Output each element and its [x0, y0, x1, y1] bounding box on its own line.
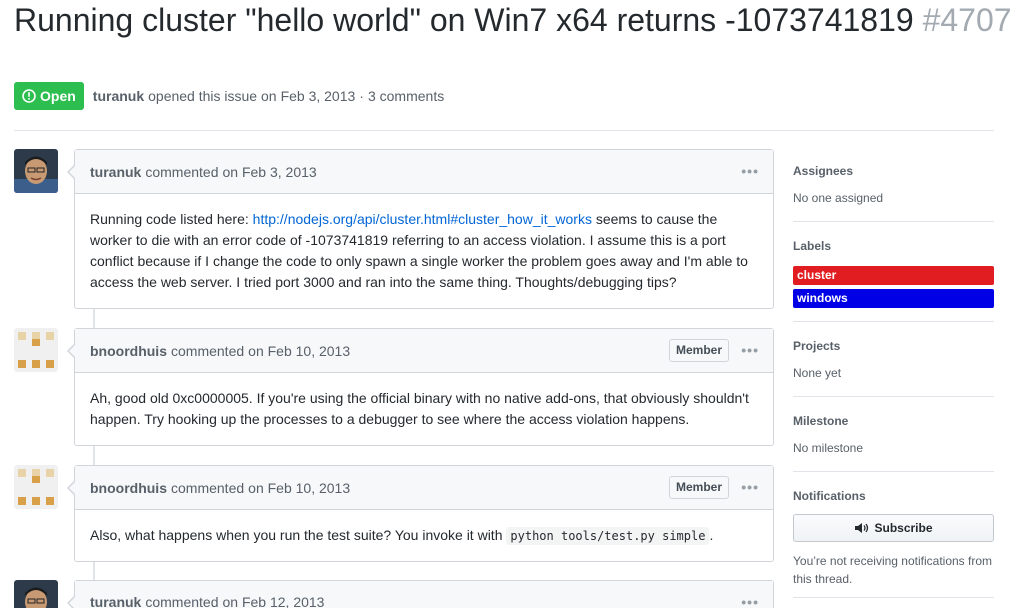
- member-badge: Member: [668, 339, 729, 362]
- comment-3: bnoordhuis commented on Feb 10, 2013 Mem…: [67, 465, 774, 562]
- avatar-bnoordhuis[interactable]: [14, 328, 58, 372]
- subscribe-label: Subscribe: [874, 521, 933, 535]
- issue-author-link[interactable]: turanuk: [93, 88, 144, 104]
- comment-body: Also, what happens when you run the test…: [75, 510, 773, 561]
- inline-code: python tools/test.py simple: [506, 527, 710, 545]
- timeline-connector: [93, 446, 95, 466]
- issue-title-text: Running cluster "hello world" on Win7 x6…: [14, 2, 914, 38]
- label-cluster[interactable]: cluster: [793, 266, 994, 285]
- avatar-bnoordhuis[interactable]: [14, 465, 58, 509]
- sidebar-assignees: Assignees No one assigned: [793, 164, 994, 205]
- comment-body: Running code listed here: http://nodejs.…: [75, 194, 773, 307]
- sidebar: Assignees No one assigned Labels cluster…: [793, 164, 994, 608]
- projects-value: None yet: [793, 366, 842, 380]
- sidebar-labels: Labels cluster windows: [793, 239, 994, 312]
- comment-text: Also, what happens when you run the test…: [90, 527, 507, 543]
- sidebar-divider: [793, 597, 994, 598]
- comment-link[interactable]: http://nodejs.org/api/cluster.html#clust…: [253, 211, 592, 227]
- more-options-icon[interactable]: •••: [741, 479, 759, 495]
- labels-heading[interactable]: Labels: [793, 239, 994, 253]
- timeline-connector: [93, 562, 95, 582]
- comment-header: turanuk commented on Feb 12, 2013 •••: [75, 581, 773, 608]
- opened-date[interactable]: Feb 3, 2013: [281, 88, 356, 104]
- comment-author-link[interactable]: turanuk: [90, 594, 141, 608]
- subscribe-button[interactable]: Subscribe: [793, 514, 994, 542]
- assignees-heading[interactable]: Assignees: [793, 164, 994, 178]
- assignees-value: No one assigned: [793, 191, 884, 205]
- member-badge: Member: [668, 476, 729, 499]
- header-divider: [14, 130, 994, 131]
- comment-date-link[interactable]: on Feb 3, 2013: [223, 164, 317, 180]
- comment-action: commented: [171, 342, 245, 359]
- issue-number: #4707: [922, 2, 1012, 38]
- comment-body: Ah, good old 0xc0000005. If you're using…: [75, 373, 773, 444]
- more-options-icon[interactable]: •••: [741, 594, 759, 608]
- comment-header: turanuk commented on Feb 3, 2013 •••: [75, 150, 773, 194]
- comment-author-link[interactable]: turanuk: [90, 164, 141, 180]
- more-options-icon[interactable]: •••: [741, 342, 759, 358]
- projects-heading[interactable]: Projects: [793, 339, 994, 353]
- sidebar-divider: [793, 321, 994, 322]
- comments-count: 3 comments: [367, 88, 445, 104]
- timeline-connector: [93, 309, 95, 329]
- avatar-turanuk[interactable]: [14, 580, 58, 608]
- comment-date-link[interactable]: on Feb 10, 2013: [248, 480, 350, 496]
- comment-4: turanuk commented on Feb 12, 2013 •••: [67, 580, 774, 608]
- sidebar-notifications: Notifications Subscribe You’re not recei…: [793, 489, 994, 588]
- sidebar-divider: [793, 471, 994, 472]
- comment-action: commented: [145, 594, 219, 608]
- notifications-note: You’re not receiving notifications from …: [793, 554, 992, 586]
- meta-separator: ·: [359, 88, 364, 104]
- milestone-heading[interactable]: Milestone: [793, 414, 994, 428]
- comment-action: commented: [171, 479, 245, 496]
- comment-action: commented: [145, 163, 219, 180]
- sidebar-divider: [793, 396, 994, 397]
- comment-date-link[interactable]: on Feb 12, 2013: [223, 594, 325, 608]
- issue-opened-icon: [22, 89, 36, 103]
- comment-header: bnoordhuis commented on Feb 10, 2013 Mem…: [75, 329, 773, 373]
- comment-author-link[interactable]: bnoordhuis: [90, 480, 167, 496]
- comment-header: bnoordhuis commented on Feb 10, 2013 Mem…: [75, 466, 773, 510]
- comment-1: turanuk commented on Feb 3, 2013 ••• Run…: [67, 149, 774, 309]
- issue-meta: Open turanuk opened this issue on Feb 3,…: [14, 82, 444, 110]
- milestone-value: No milestone: [793, 441, 864, 455]
- unmute-icon: [855, 523, 869, 533]
- comment-text: Ah, good old 0xc0000005. If you're using…: [90, 390, 749, 427]
- sidebar-projects: Projects None yet: [793, 339, 994, 380]
- state-label: Open: [40, 88, 76, 104]
- state-badge: Open: [14, 82, 84, 110]
- sidebar-milestone: Milestone No milestone: [793, 414, 994, 455]
- avatar-turanuk[interactable]: [14, 149, 58, 193]
- comment-author-link[interactable]: bnoordhuis: [90, 343, 167, 359]
- more-options-icon[interactable]: •••: [741, 163, 759, 179]
- notifications-heading: Notifications: [793, 489, 866, 503]
- comment-text: Running code listed here:: [90, 211, 253, 227]
- comment-text-end: .: [709, 527, 714, 543]
- sidebar-divider: [793, 221, 994, 222]
- label-windows[interactable]: windows: [793, 289, 994, 308]
- comment-date-link[interactable]: on Feb 10, 2013: [248, 343, 350, 359]
- opened-text: opened this issue on: [148, 88, 277, 104]
- comment-2: bnoordhuis commented on Feb 10, 2013 Mem…: [67, 328, 774, 446]
- issue-title: Running cluster "hello world" on Win7 x6…: [14, 2, 1014, 38]
